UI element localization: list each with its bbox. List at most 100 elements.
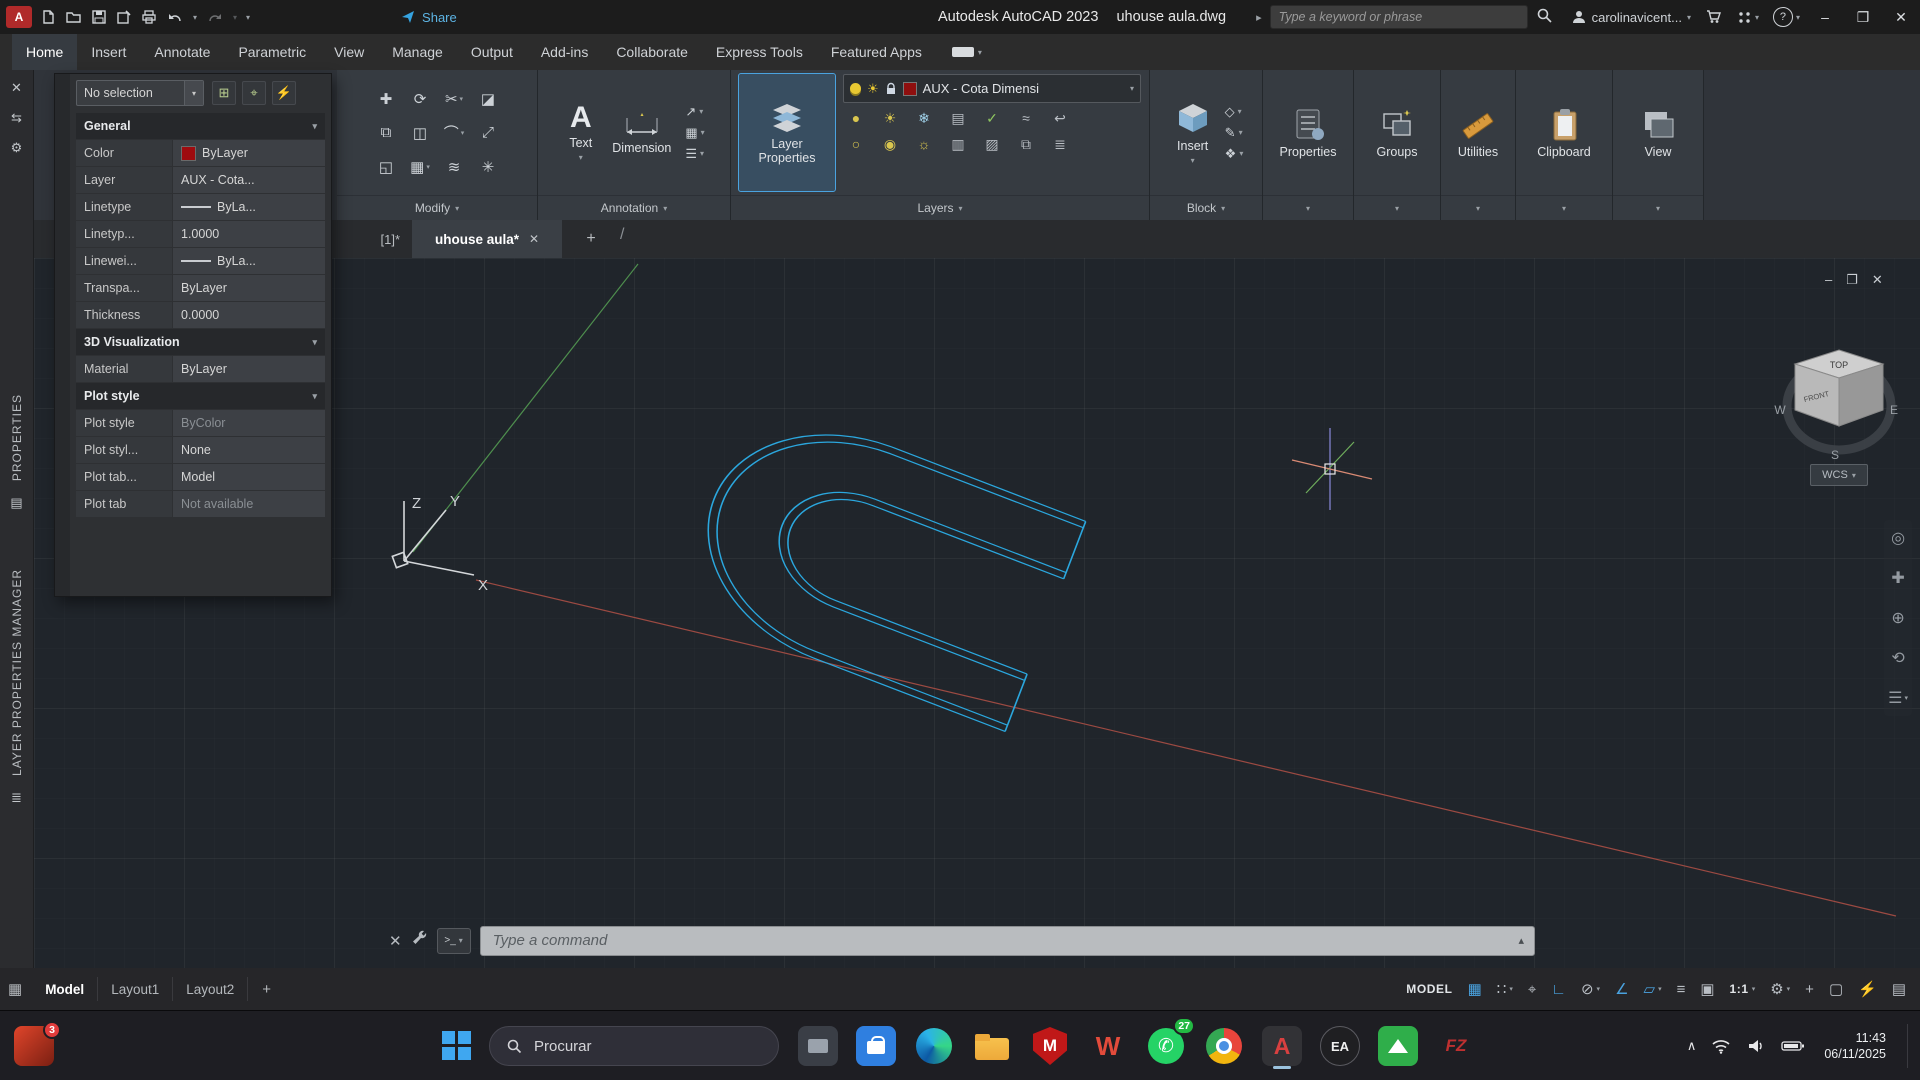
save-as-icon[interactable]	[116, 9, 132, 25]
new-drawing-tab-icon[interactable]: +	[578, 227, 604, 251]
wcs-button[interactable]: WCS▾	[1810, 464, 1868, 486]
orbit-icon[interactable]: ⟲	[1891, 648, 1904, 668]
layer-thaw-icon[interactable]: ☼	[913, 133, 935, 155]
add-status-icon[interactable]: +	[1805, 981, 1814, 998]
ribbon-tab[interactable]: Insert	[77, 34, 140, 70]
cart-icon[interactable]	[1705, 8, 1723, 27]
help-button[interactable]: ?▾	[1773, 7, 1800, 27]
file-tab-active[interactable]: uhouse aula* ✕	[412, 220, 562, 258]
mtext-icon[interactable]: ☰▾	[685, 146, 704, 162]
edge-icon[interactable]	[912, 1022, 956, 1070]
clipboard-panel-label[interactable]: ▾	[1516, 195, 1612, 220]
wifi-icon[interactable]	[1711, 1038, 1731, 1054]
properties-panel-label[interactable]: ▾	[1263, 195, 1353, 220]
view-button[interactable]: View	[1634, 103, 1682, 162]
search-icon[interactable]	[1536, 7, 1553, 27]
model-space-button[interactable]: MODEL	[1406, 982, 1452, 996]
open-file-icon[interactable]	[65, 9, 82, 25]
autohide-icon[interactable]: ⇆	[11, 110, 22, 126]
property-row[interactable]: Linetype ByLa...	[76, 194, 325, 220]
start-button[interactable]	[442, 1031, 472, 1061]
autocad-logo-icon[interactable]: A	[6, 6, 32, 28]
property-row[interactable]: Material ByLayer	[76, 356, 325, 382]
command-input[interactable]	[491, 931, 1519, 950]
customize-qat-icon[interactable]: ▾	[246, 13, 250, 22]
graphics-performance-icon[interactable]: ⚡	[1858, 980, 1877, 998]
maximize-icon[interactable]: ❐	[1844, 0, 1882, 34]
layer-freeze-icon[interactable]: ❄	[913, 107, 935, 129]
clipboard-button[interactable]: Clipboard	[1531, 103, 1597, 162]
grid-display-icon[interactable]: ▦	[1468, 980, 1482, 998]
keyword-search-input[interactable]	[1270, 5, 1528, 29]
autocad-icon[interactable]: A	[1260, 1022, 1304, 1070]
block-editor-icon[interactable]: ✎▾	[1225, 125, 1244, 141]
snap-mode-icon[interactable]: ∷ ▾	[1497, 980, 1513, 998]
modify-panel-label[interactable]: Modify▾	[337, 195, 537, 220]
property-row[interactable]: Plot tab... Model	[76, 464, 325, 490]
groups-button[interactable]: Groups	[1371, 103, 1424, 162]
object-snap-icon[interactable]: ▱ ▾	[1644, 980, 1662, 998]
mcafee-icon[interactable]: M	[1028, 1022, 1072, 1070]
osnap-tracking-icon[interactable]: ∠	[1615, 980, 1628, 998]
plot-icon[interactable]	[141, 9, 157, 25]
view-panel-label[interactable]: ▾	[1613, 195, 1703, 220]
section-header-3d-visualization[interactable]: 3D Visualization▾	[76, 329, 325, 355]
navigation-wheel-icon[interactable]: ◎	[1891, 528, 1905, 548]
ribbon-tab[interactable]: Home	[12, 34, 77, 70]
showmotion-icon[interactable]: ☰▾	[1888, 688, 1908, 708]
ribbon-tab[interactable]: Annotate	[140, 34, 224, 70]
property-row[interactable]: Color ByLayer	[76, 140, 325, 166]
dynamic-input-icon[interactable]: ⌖	[1528, 981, 1536, 998]
filezilla-icon[interactable]: FZ	[1434, 1022, 1478, 1070]
layer-fade-icon[interactable]: ▨	[981, 133, 1003, 155]
lineweight-icon[interactable]: ≡	[1677, 981, 1686, 998]
ribbon-tab[interactable]: Manage	[378, 34, 457, 70]
ribbon-tab[interactable]: Parametric	[224, 34, 320, 70]
notification-app-icon[interactable]: 3	[14, 1026, 54, 1066]
attributes-icon[interactable]: ❖▾	[1225, 146, 1244, 162]
whatsapp-icon[interactable]: 27	[1144, 1022, 1188, 1070]
viewcube[interactable]: W S E TOP FRONT	[1774, 350, 1898, 462]
property-row[interactable]: Linewei... ByLa...	[76, 248, 325, 274]
property-row[interactable]: Thickness 0.0000	[76, 302, 325, 328]
trim-icon[interactable]: ✂▾	[439, 84, 469, 114]
palette-settings-gear-icon[interactable]: ⚙	[11, 140, 23, 156]
utilities-panel-label[interactable]: ▾	[1441, 195, 1515, 220]
fillet-icon[interactable]: ⌒▾	[439, 118, 469, 148]
file-explorer-icon[interactable]	[970, 1022, 1014, 1070]
zoom-icon[interactable]: ⊕	[1891, 608, 1904, 628]
polar-tracking-icon[interactable]: ⊘ ▾	[1581, 980, 1600, 998]
undo-icon[interactable]	[166, 9, 184, 25]
mirror-icon[interactable]: ◫	[405, 118, 435, 148]
properties-button[interactable]: Properties	[1274, 103, 1343, 162]
undo-dropdown-icon[interactable]: ▾	[193, 13, 197, 22]
selection-cycling-icon[interactable]: ▣	[1700, 980, 1714, 998]
ea-icon[interactable]: EA	[1318, 1022, 1362, 1070]
drawing-restore-icon[interactable]: ❐	[1846, 272, 1858, 288]
new-file-icon[interactable]	[40, 9, 56, 25]
property-row[interactable]: Layer AUX - Cota...	[76, 167, 325, 193]
new-layout-icon[interactable]: +	[250, 981, 283, 998]
ortho-mode-icon[interactable]: ∟	[1551, 981, 1566, 998]
layer-off-icon[interactable]: ●	[845, 107, 867, 129]
layer-unlock-icon[interactable]: ▥	[947, 133, 969, 155]
text-button[interactable]: A Text ▾	[563, 100, 598, 165]
copy-icon[interactable]: ⧉	[371, 118, 401, 148]
app-window-icon[interactable]	[796, 1022, 840, 1070]
stretch-icon[interactable]: ⤢	[473, 118, 503, 148]
pan-icon[interactable]: ✚	[1891, 568, 1904, 588]
recent-commands-icon[interactable]: ▴	[1518, 934, 1524, 947]
create-block-icon[interactable]: ◇▾	[1225, 104, 1244, 120]
command-line[interactable]: ▴	[480, 926, 1535, 956]
battery-icon[interactable]	[1781, 1040, 1805, 1052]
move-icon[interactable]: ✚	[371, 84, 401, 114]
property-row[interactable]: Linetyp... 1.0000	[76, 221, 325, 247]
annotation-scale-label[interactable]: 1:1 ▾	[1730, 982, 1756, 996]
command-prompt-icon[interactable]: >_▾	[437, 928, 471, 954]
user-account-button[interactable]: carolinavicent...▾	[1571, 9, 1691, 25]
quick-select-icon[interactable]: ⚡	[272, 81, 296, 105]
command-close-icon[interactable]: ✕	[389, 932, 402, 950]
chrome-icon[interactable]	[1202, 1022, 1246, 1070]
explode-icon[interactable]: ✳	[473, 152, 503, 182]
ribbon-tab[interactable]: Express Tools	[702, 34, 817, 70]
